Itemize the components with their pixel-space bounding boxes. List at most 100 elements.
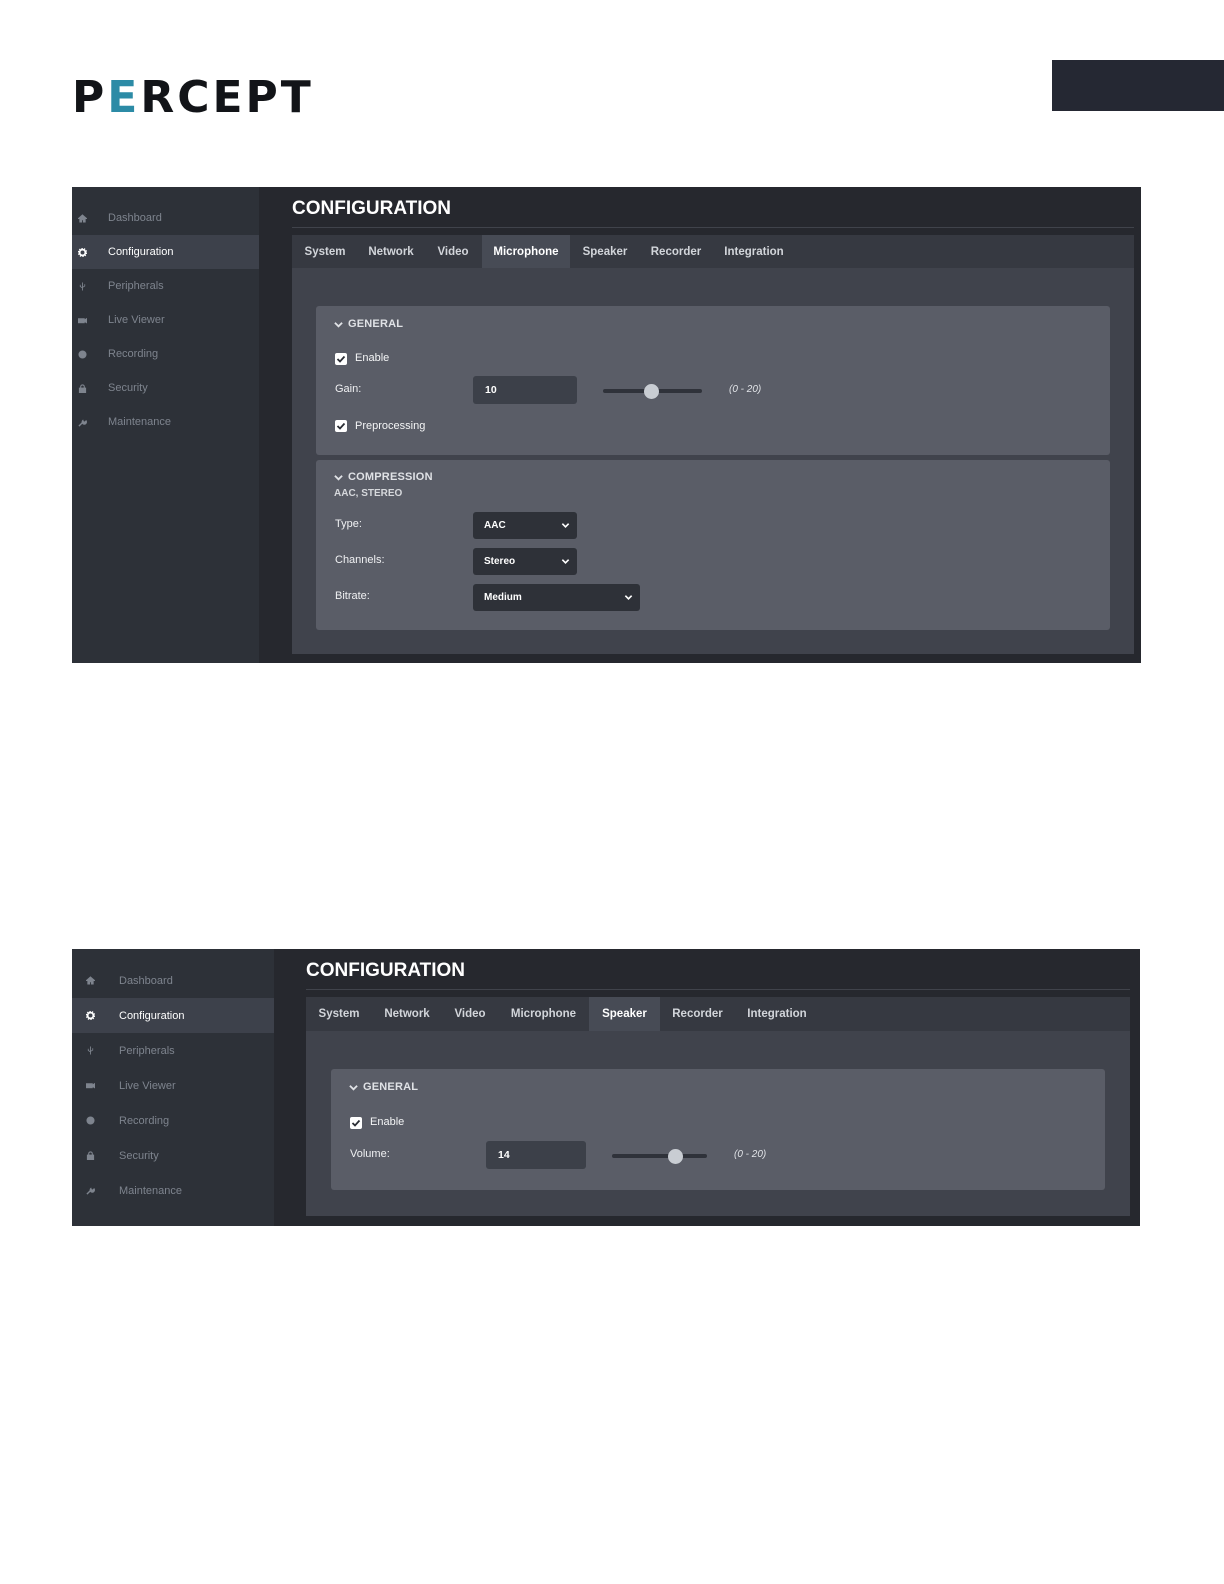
type-select-value: AAC (484, 520, 506, 531)
channels-select-value: Stereo (484, 556, 516, 567)
type-select[interactable]: AAC (473, 512, 577, 539)
tab-video[interactable]: Video (442, 997, 498, 1031)
page-title: CONFIGURATION (306, 960, 466, 981)
enable-checkbox[interactable] (335, 353, 347, 365)
tab-speaker[interactable]: Speaker (570, 235, 640, 268)
sidebar-item-label: Maintenance (108, 416, 171, 428)
volume-label: Volume: (350, 1148, 390, 1160)
sidebar-item-label: Peripherals (108, 280, 164, 292)
sidebar-item-label: Configuration (108, 246, 174, 258)
gear-icon (75, 245, 89, 259)
sidebar-item-label: Security (119, 1149, 159, 1162)
checkmark-icon (336, 355, 346, 363)
sidebar-item-dashboard[interactable]: Dashboard (72, 201, 259, 235)
sidebar-item-label: Configuration (119, 1009, 185, 1022)
wrench-icon (75, 415, 89, 429)
camera-icon (75, 313, 89, 327)
wrench-icon (83, 1184, 97, 1198)
general-panel: GENERAL Enable Volume: 14 (0 - 20) (331, 1069, 1105, 1190)
camera-icon (83, 1079, 97, 1093)
general-heading: GENERAL (348, 318, 404, 330)
sidebar-item-configuration[interactable]: Configuration (72, 998, 274, 1033)
sidebar-item-live-viewer[interactable]: Live Viewer (72, 303, 259, 337)
percept-logo: PERCEPT (72, 72, 314, 123)
tab-network[interactable]: Network (372, 997, 442, 1031)
enable-label: Enable (370, 1116, 405, 1128)
sidebar: Dashboard Configuration Peripherals Live… (72, 187, 259, 663)
chevron-down-icon (561, 559, 570, 564)
sidebar-item-configuration[interactable]: Configuration (72, 235, 259, 269)
checkmark-icon (351, 1119, 361, 1127)
gear-icon (83, 1009, 97, 1023)
sidebar-item-live-viewer[interactable]: Live Viewer (72, 1068, 274, 1103)
tab-recorder[interactable]: Recorder (660, 997, 735, 1031)
chevron-down-icon (334, 321, 343, 328)
tab-integration[interactable]: Integration (735, 997, 819, 1031)
gain-slider-thumb[interactable] (644, 384, 659, 399)
volume-slider-thumb[interactable] (668, 1149, 683, 1164)
volume-slider-track[interactable] (612, 1154, 707, 1158)
sidebar-item-dashboard[interactable]: Dashboard (72, 963, 274, 998)
general-heading: GENERAL (363, 1081, 419, 1093)
chevron-down-icon (561, 523, 570, 528)
sidebar-item-label: Peripherals (119, 1044, 175, 1057)
title-divider (292, 227, 1134, 228)
record-icon (75, 347, 89, 361)
sidebar-item-recording[interactable]: Recording (72, 1103, 274, 1138)
gain-input[interactable]: 10 (473, 376, 577, 404)
sidebar-item-label: Maintenance (119, 1184, 182, 1197)
tab-microphone[interactable]: Microphone (482, 235, 570, 268)
sidebar-item-security[interactable]: Security (72, 1138, 274, 1173)
record-icon (83, 1114, 97, 1128)
tab-system[interactable]: System (306, 997, 372, 1031)
lock-icon (83, 1149, 97, 1163)
bitrate-select[interactable]: Medium (473, 584, 640, 611)
channels-select[interactable]: Stereo (473, 548, 577, 575)
compression-heading: COMPRESSION (348, 471, 433, 483)
microphone-config-screenshot: Dashboard Configuration Peripherals Live… (72, 187, 1141, 663)
home-icon (83, 974, 97, 988)
tab-integration[interactable]: Integration (712, 235, 796, 268)
channels-label: Channels: (335, 554, 385, 566)
tab-network[interactable]: Network (358, 235, 424, 268)
bitrate-select-value: Medium (484, 592, 522, 603)
compression-panel-header[interactable]: COMPRESSION (334, 471, 433, 483)
sidebar-item-recording[interactable]: Recording (72, 337, 259, 371)
general-panel: GENERAL Enable Gain: 10 (0 - 20) Preproc… (316, 306, 1110, 455)
gain-label: Gain: (335, 383, 362, 395)
title-divider (306, 989, 1130, 990)
speaker-config-screenshot: Dashboard Configuration Peripherals Live… (72, 949, 1140, 1226)
sidebar-item-label: Live Viewer (108, 314, 165, 326)
enable-label: Enable (355, 352, 390, 364)
volume-range-hint: (0 - 20) (734, 1149, 767, 1160)
usb-icon (75, 279, 89, 293)
tab-recorder[interactable]: Recorder (640, 235, 712, 268)
preprocessing-label: Preprocessing (355, 420, 426, 432)
bitrate-label: Bitrate: (335, 590, 370, 602)
config-tabs: System Network Video Microphone Speaker … (292, 235, 1134, 268)
sidebar-item-label: Recording (119, 1114, 170, 1127)
sidebar-item-label: Dashboard (119, 974, 173, 987)
home-icon (75, 211, 89, 225)
tab-system[interactable]: System (292, 235, 358, 268)
sidebar-item-label: Dashboard (108, 212, 162, 224)
preprocessing-checkbox[interactable] (335, 420, 347, 432)
enable-checkbox[interactable] (350, 1117, 362, 1129)
chevron-down-icon (334, 474, 343, 481)
gain-range-hint: (0 - 20) (729, 384, 762, 395)
type-label: Type: (335, 518, 362, 530)
sidebar-item-peripherals[interactable]: Peripherals (72, 269, 259, 303)
sidebar-item-maintenance[interactable]: Maintenance (72, 1173, 274, 1208)
general-panel-header[interactable]: GENERAL (334, 318, 403, 330)
tab-content: GENERAL Enable Gain: 10 (0 - 20) Preproc… (292, 268, 1134, 654)
sidebar-item-maintenance[interactable]: Maintenance (72, 405, 259, 439)
volume-input[interactable]: 14 (486, 1141, 586, 1169)
sidebar-item-peripherals[interactable]: Peripherals (72, 1033, 274, 1068)
sidebar-item-security[interactable]: Security (72, 371, 259, 405)
general-panel-header[interactable]: GENERAL (349, 1081, 418, 1093)
tab-content: GENERAL Enable Volume: 14 (0 - 20) (306, 1031, 1130, 1216)
tab-microphone[interactable]: Microphone (498, 997, 589, 1031)
tab-speaker[interactable]: Speaker (589, 997, 660, 1031)
header-corner-block (1052, 60, 1224, 111)
tab-video[interactable]: Video (424, 235, 482, 268)
